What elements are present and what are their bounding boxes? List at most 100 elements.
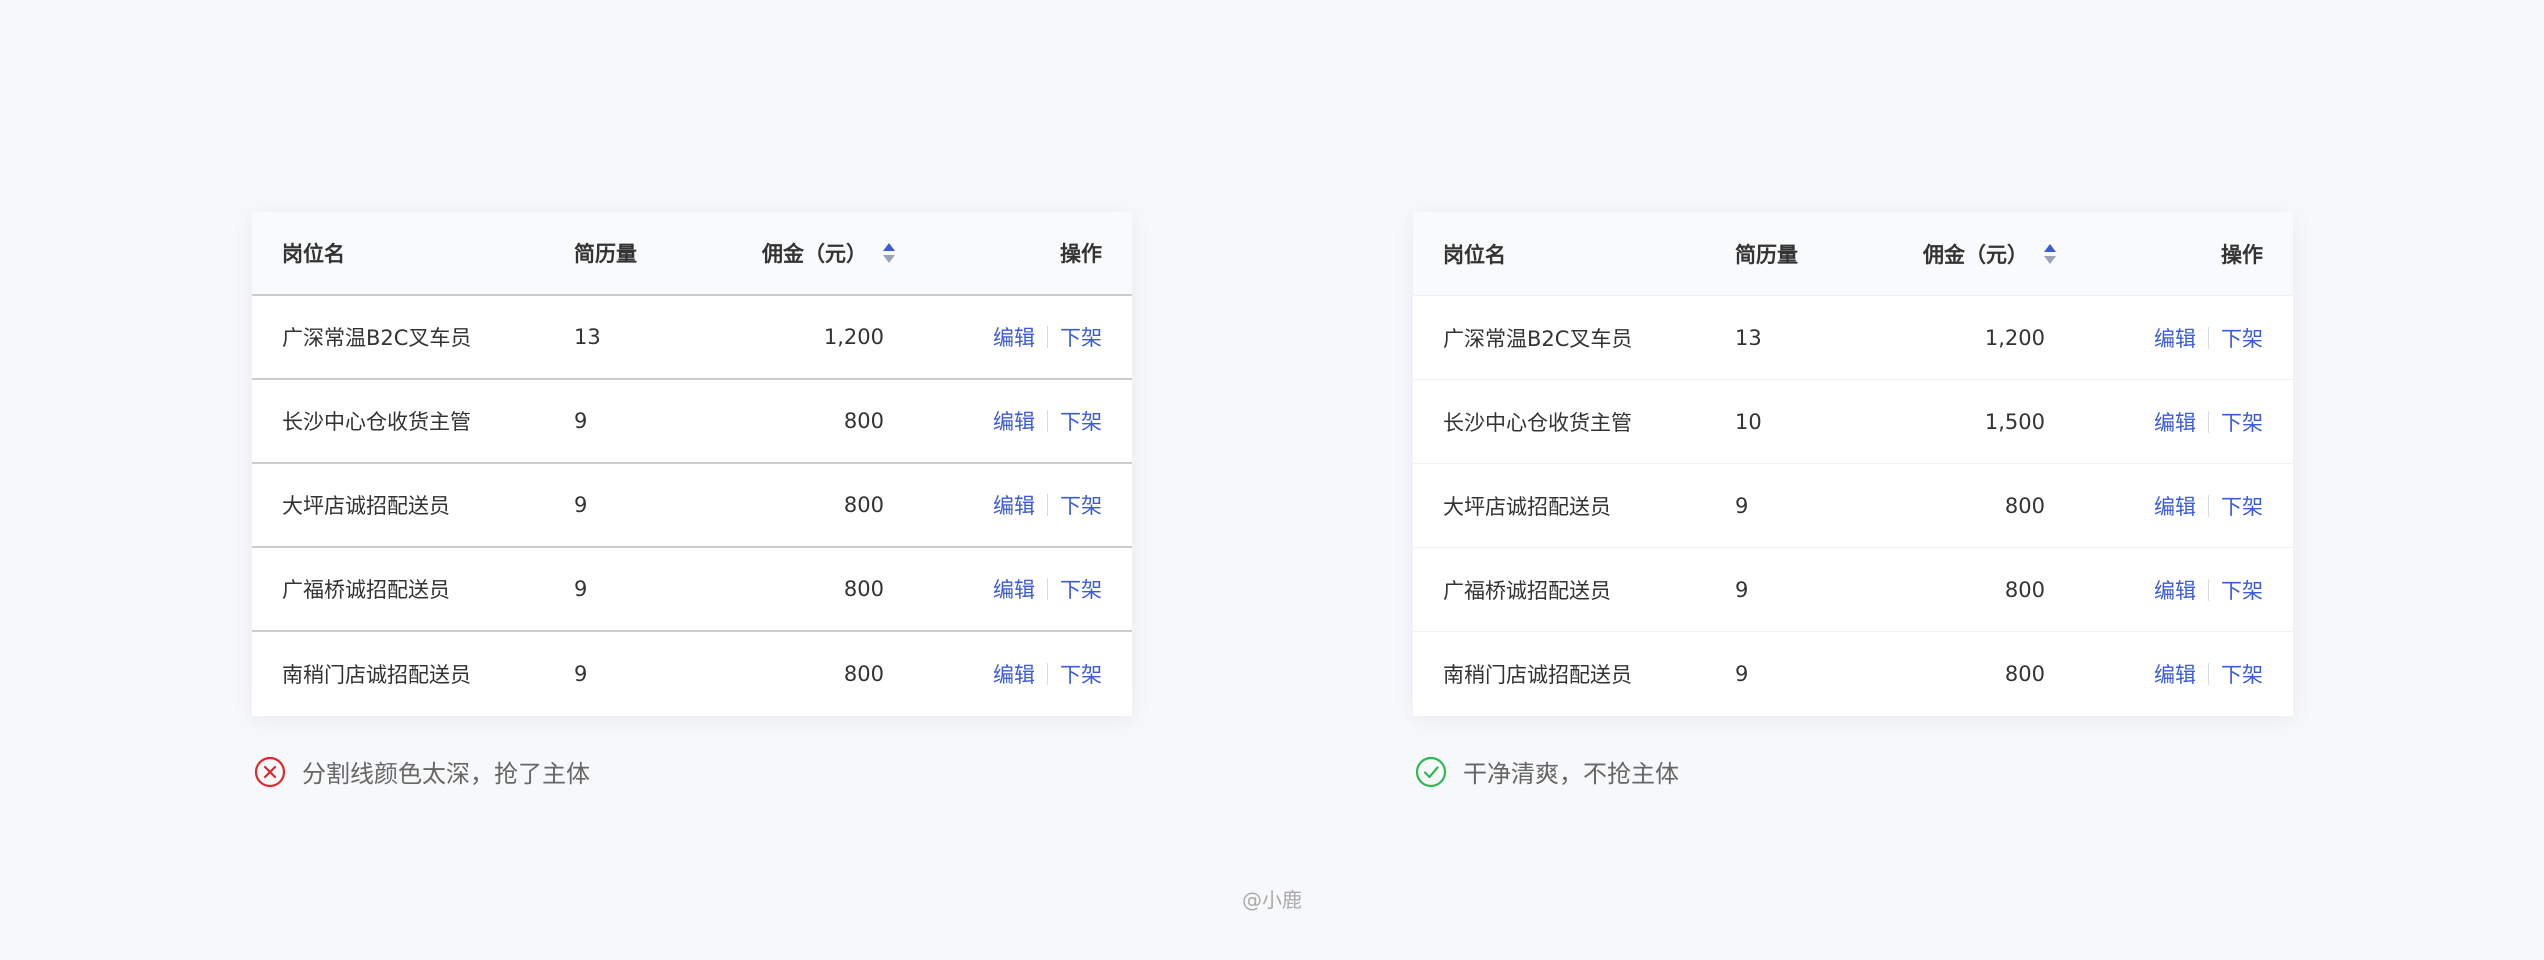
cell-position-name: 南稍门店诚招配送员: [1443, 663, 1632, 687]
edit-link[interactable]: 编辑: [2154, 407, 2196, 437]
edit-link[interactable]: 编辑: [2154, 659, 2196, 689]
action-divider: [1047, 410, 1048, 432]
header-action: 操作: [2221, 242, 2263, 267]
table-row: 大坪店诚招配送员 9 800 编辑 下架: [252, 464, 1132, 548]
cell-position-name: 长沙中心仓收货主管: [282, 410, 471, 434]
edit-link[interactable]: 编辑: [993, 659, 1035, 689]
cell-position-name: 南稍门店诚招配送员: [282, 663, 471, 687]
edit-link[interactable]: 编辑: [2154, 323, 2196, 353]
action-divider: [2208, 494, 2209, 517]
good-example-panel: 岗位名 简历量 佣金（元） 操作 广深常温B2C叉车员 13 1,200 编辑: [1413, 212, 2293, 789]
cell-resume-count: 9: [574, 409, 588, 433]
offline-link[interactable]: 下架: [2221, 575, 2263, 605]
cell-position-name: 广深常温B2C叉车员: [282, 326, 472, 350]
header-resume-count: 简历量: [1735, 242, 1798, 267]
cell-commission: 800: [843, 409, 884, 433]
offline-link[interactable]: 下架: [2221, 323, 2263, 353]
data-table-bad: 岗位名 简历量 佣金（元） 操作 广深常温B2C叉车员 13 1,200 编辑: [252, 212, 1132, 716]
cell-actions: 编辑 下架: [884, 406, 1132, 436]
cell-commission: 800: [843, 493, 884, 517]
offline-link[interactable]: 下架: [1060, 406, 1102, 436]
cell-actions: 编辑 下架: [2045, 323, 2293, 353]
cell-actions: 编辑 下架: [2045, 659, 2293, 689]
cell-resume-count: 9: [574, 577, 588, 601]
offline-link[interactable]: 下架: [2221, 407, 2263, 437]
action-divider: [2208, 663, 2209, 685]
cell-actions: 编辑 下架: [2045, 491, 2293, 521]
cell-position-name: 长沙中心仓收货主管: [1443, 410, 1632, 435]
table-row: 长沙中心仓收货主管 10 1,500 编辑 下架: [1413, 380, 2293, 464]
cell-position-name: 广福桥诚招配送员: [282, 578, 450, 602]
cell-resume-count: 9: [1735, 662, 1749, 686]
offline-link[interactable]: 下架: [1060, 490, 1102, 520]
sort-icon[interactable]: [2042, 242, 2058, 266]
edit-link[interactable]: 编辑: [2154, 575, 2196, 605]
cell-position-name: 大坪店诚招配送员: [282, 494, 450, 518]
header-commission[interactable]: 佣金（元）: [712, 238, 932, 268]
edit-link[interactable]: 编辑: [2154, 491, 2196, 521]
cell-resume-count: 9: [574, 493, 588, 517]
table-header-row: 岗位名 简历量 佣金（元） 操作: [252, 212, 1132, 296]
cell-position-name: 广福桥诚招配送员: [1443, 578, 1611, 603]
table-row: 大坪店诚招配送员 9 800 编辑 下架: [1413, 464, 2293, 548]
offline-link[interactable]: 下架: [1060, 322, 1102, 352]
header-commission-label: 佣金（元）: [1923, 242, 2028, 267]
table-row: 广福桥诚招配送员 9 800 编辑 下架: [1413, 548, 2293, 632]
table-header-row: 岗位名 简历量 佣金（元） 操作: [1413, 212, 2293, 296]
bad-example-caption: 分割线颜色太深，抢了主体: [254, 754, 1132, 789]
caption-text: 分割线颜色太深，抢了主体: [302, 760, 590, 788]
action-divider: [1047, 663, 1048, 685]
cell-commission: 800: [2004, 493, 2045, 518]
edit-link[interactable]: 编辑: [993, 490, 1035, 520]
cell-position-name: 大坪店诚招配送员: [1443, 494, 1611, 519]
header-resume-count: 简历量: [574, 242, 637, 266]
offline-link[interactable]: 下架: [2221, 491, 2263, 521]
cell-commission: 800: [843, 577, 884, 601]
action-divider: [1047, 494, 1048, 516]
cell-actions: 编辑 下架: [884, 659, 1132, 689]
author-credit: @小鹿: [1242, 888, 1302, 912]
cell-commission: 1,200: [823, 325, 884, 349]
cell-actions: 编辑 下架: [2045, 407, 2293, 437]
table-row: 南稍门店诚招配送员 9 800 编辑 下架: [1413, 632, 2293, 716]
cell-commission: 800: [2004, 577, 2045, 602]
action-divider: [1047, 326, 1048, 348]
cell-resume-count: 13: [574, 325, 601, 349]
cell-commission: 1,200: [1984, 325, 2045, 350]
offline-link[interactable]: 下架: [2221, 659, 2263, 689]
header-action: 操作: [1060, 242, 1102, 266]
cell-position-name: 广深常温B2C叉车员: [1443, 326, 1633, 351]
table-row: 长沙中心仓收货主管 9 800 编辑 下架: [252, 380, 1132, 464]
action-divider: [2208, 326, 2209, 349]
header-position-name: 岗位名: [1443, 242, 1506, 267]
table-row: 广深常温B2C叉车员 13 1,200 编辑 下架: [1413, 296, 2293, 380]
cell-resume-count: 9: [1735, 493, 1749, 518]
header-commission-label: 佣金（元）: [762, 242, 867, 266]
cell-actions: 编辑 下架: [884, 490, 1132, 520]
cell-commission: 1,500: [1984, 409, 2045, 434]
good-example-caption: 干净清爽，不抢主体: [1415, 754, 2293, 789]
edit-link[interactable]: 编辑: [993, 322, 1035, 352]
action-divider: [2208, 410, 2209, 433]
data-table-good: 岗位名 简历量 佣金（元） 操作 广深常温B2C叉车员 13 1,200 编辑: [1413, 212, 2293, 716]
sort-icon[interactable]: [881, 241, 897, 265]
action-divider: [2208, 578, 2209, 601]
table-row: 广福桥诚招配送员 9 800 编辑 下架: [252, 548, 1132, 632]
offline-link[interactable]: 下架: [1060, 659, 1102, 689]
header-commission[interactable]: 佣金（元）: [1873, 239, 2093, 269]
offline-link[interactable]: 下架: [1060, 574, 1102, 604]
edit-link[interactable]: 编辑: [993, 406, 1035, 436]
cell-actions: 编辑 下架: [2045, 575, 2293, 605]
cell-actions: 编辑 下架: [884, 322, 1132, 352]
table-row: 南稍门店诚招配送员 9 800 编辑 下架: [252, 632, 1132, 716]
cell-resume-count: 13: [1735, 325, 1762, 350]
header-position-name: 岗位名: [282, 242, 345, 266]
cell-resume-count: 9: [1735, 577, 1749, 602]
bad-example-panel: 岗位名 简历量 佣金（元） 操作 广深常温B2C叉车员 13 1,200 编辑: [252, 212, 1132, 789]
cell-resume-count: 10: [1735, 409, 1762, 434]
check-circle-icon: [1415, 756, 1447, 788]
edit-link[interactable]: 编辑: [993, 574, 1035, 604]
cell-actions: 编辑 下架: [884, 574, 1132, 604]
action-divider: [1047, 578, 1048, 600]
cell-commission: 800: [843, 662, 884, 686]
